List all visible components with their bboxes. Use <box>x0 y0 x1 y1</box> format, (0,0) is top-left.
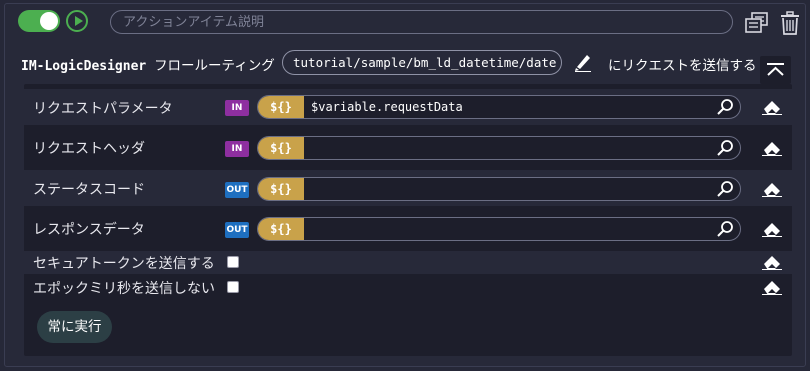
direction-badge-out: OUT <box>225 182 249 198</box>
option-label: エポックミリ秒を送信しない <box>33 281 215 297</box>
always-run-button[interactable]: 常に実行 <box>37 311 112 343</box>
variable-field[interactable]: ${} <box>257 136 741 160</box>
search-icon[interactable] <box>716 98 734 116</box>
variable-field[interactable]: ${} <box>257 177 741 201</box>
param-label: リクエストヘッダ <box>33 141 145 157</box>
copy-icon[interactable] <box>745 12 769 34</box>
param-label: ステータスコード <box>33 182 145 198</box>
eraser-icon[interactable] <box>762 181 782 197</box>
action-type-prefix: IM-LogicDesigner <box>21 59 147 74</box>
collapse-up-icon <box>767 63 784 76</box>
param-row-request-header: リクエストヘッダ IN ${} <box>24 129 792 165</box>
search-icon[interactable] <box>716 220 734 238</box>
variable-prefix: ${} <box>258 96 304 118</box>
eraser-icon[interactable] <box>762 279 782 295</box>
action-description-input[interactable] <box>110 10 733 34</box>
trash-icon[interactable] <box>779 11 801 35</box>
variable-prefix: ${} <box>258 137 304 159</box>
enable-toggle[interactable] <box>18 10 60 32</box>
action-type-label: IM-LogicDesigner フロールーティング <box>21 54 275 74</box>
param-row-response-data: レスポンスデータ OUT ${} <box>24 210 792 246</box>
eraser-icon[interactable] <box>762 99 782 115</box>
action-item-card: IM-LogicDesigner フロールーティング tutorial/samp… <box>4 3 806 367</box>
eraser-icon[interactable] <box>762 140 782 156</box>
variable-field[interactable]: ${} $variable.requestData <box>257 95 741 119</box>
play-icon[interactable] <box>66 10 88 32</box>
toggle-knob <box>40 12 58 30</box>
eraser-icon[interactable] <box>762 254 782 270</box>
param-label: レスポンスデータ <box>33 222 145 238</box>
variable-prefix: ${} <box>258 178 304 200</box>
search-icon[interactable] <box>716 180 734 198</box>
param-row-request-parameter: リクエストパラメータ IN ${} $variable.requestData <box>24 89 792 125</box>
param-row-status-code: ステータスコード OUT ${} <box>24 170 792 206</box>
param-label: リクエストパラメータ <box>33 101 173 117</box>
epoch-millis-checkbox[interactable] <box>227 281 239 293</box>
direction-badge-out: OUT <box>225 222 249 238</box>
pencil-icon[interactable] <box>573 52 593 72</box>
eraser-icon[interactable] <box>762 221 782 237</box>
action-type-suffix: フロールーティング <box>154 58 275 74</box>
variable-value: $variable.requestData <box>311 100 463 114</box>
direction-badge-in: IN <box>225 141 249 157</box>
parameter-panel: リクエストパラメータ IN ${} $variable.requestData … <box>24 84 792 356</box>
option-row-secure-token: セキュアトークンを送信する <box>24 251 792 274</box>
option-label: セキュアトークンを送信する <box>33 256 215 272</box>
variable-field[interactable]: ${} <box>257 217 741 241</box>
collapse-button[interactable] <box>760 56 791 84</box>
secure-token-checkbox[interactable] <box>227 256 239 268</box>
variable-prefix: ${} <box>258 218 304 240</box>
search-icon[interactable] <box>716 139 734 157</box>
flow-path-field[interactable]: tutorial/sample/bm_ld_datetime/date <box>282 50 562 75</box>
option-row-epoch-millis: エポックミリ秒を送信しない <box>24 276 792 299</box>
send-request-label: にリクエストを送信する <box>608 58 757 74</box>
direction-badge-in: IN <box>225 100 249 116</box>
